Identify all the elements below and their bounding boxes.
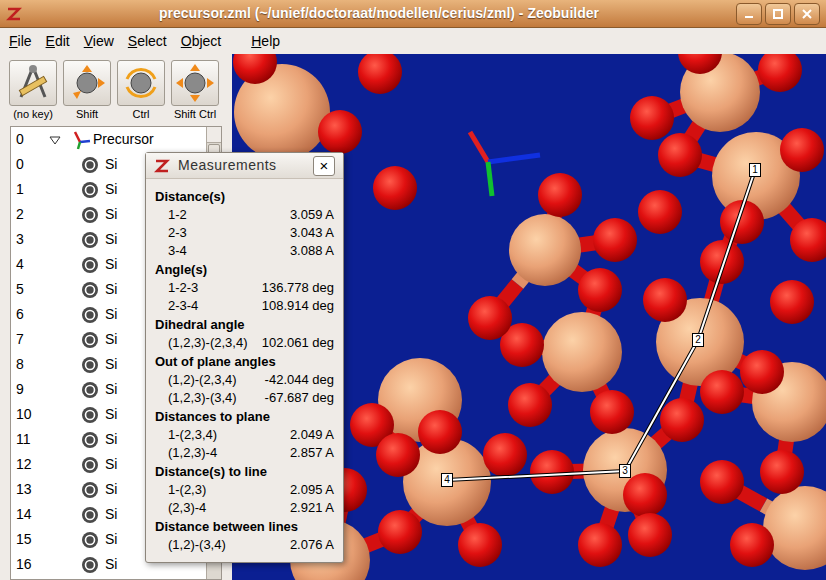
menu-item[interactable]: Select (123, 31, 172, 52)
tree-root[interactable]: 0Precursor (11, 127, 206, 152)
translate-icon (67, 63, 107, 103)
expander-icon[interactable] (49, 134, 61, 146)
atom-icon (81, 256, 99, 274)
atom-icon (81, 206, 99, 224)
window-title: precursor.zml (~/unief/doctoraat/modelle… (30, 3, 728, 24)
tool-button[interactable]: Shift Ctrl (170, 60, 220, 122)
maximize-button[interactable] (765, 3, 791, 25)
measurement-row: 3-43.088 A (155, 242, 334, 260)
point-label: 3 (619, 464, 631, 478)
atom-icon (81, 431, 99, 449)
atom-icon (81, 406, 99, 424)
point-label: 4 (441, 473, 453, 487)
tool-button[interactable]: Ctrl (116, 60, 166, 122)
measurement-section: Distances to plane1-(2,3,4)2.049 A(1,2,3… (155, 407, 334, 462)
title-bar[interactable]: precursor.zml (~/unief/doctoraat/modelle… (0, 0, 826, 28)
measurement-row: (1,2,3)-(3,4)-67.687 deg (155, 389, 334, 407)
menu-bar: FileEditViewSelectObject Help (0, 28, 826, 54)
atom-icon (81, 531, 99, 549)
point-label: 1 (749, 163, 761, 177)
menu-item[interactable]: Edit (41, 31, 75, 52)
minimize-icon (743, 8, 755, 20)
atom-icon (81, 381, 99, 399)
atom-icon (81, 556, 99, 574)
measurement-section: Out of plane angles(1,2)-(2,3,4)-42.044 … (155, 352, 334, 407)
app-window: precursor.zml (~/unief/doctoraat/modelle… (0, 0, 826, 580)
menu-item[interactable]: View (79, 31, 119, 52)
app-icon (6, 6, 22, 22)
menu-item[interactable]: File (4, 31, 37, 52)
measurement-row: (1,2)-(2,3,4)-42.044 deg (155, 371, 334, 389)
atom-icon (81, 181, 99, 199)
close-button[interactable] (794, 3, 820, 25)
atom-icon (81, 156, 99, 174)
measure-icon (13, 63, 53, 103)
atom-icon (81, 306, 99, 324)
menu-item[interactable]: Help (246, 31, 285, 52)
measurement-section: Distance between lines(1,2)-(3,4)2.076 A (155, 517, 334, 554)
menu-item[interactable]: Object (176, 31, 226, 52)
measurement-row: (1,2,3)-42.857 A (155, 444, 334, 462)
atom-icon (81, 356, 99, 374)
measurement-section: Distance(s) to line1-(2,3)2.095 A(2,3)-4… (155, 462, 334, 517)
measurement-row: 1-23.059 A (155, 206, 334, 224)
measurement-row: (1,2)-(3,4)2.076 A (155, 536, 334, 554)
rotate-icon (121, 63, 161, 103)
measurement-section: Dihedral angle(1,2,3)-(2,3,4)102.061 deg (155, 315, 334, 352)
measurement-row: 2-3-4108.914 deg (155, 297, 334, 315)
atom-icon (81, 481, 99, 499)
minimize-button[interactable] (736, 3, 762, 25)
atom-icon (81, 281, 99, 299)
measurement-row: (2,3)-42.921 A (155, 499, 334, 517)
close-button[interactable]: × (313, 156, 335, 176)
measurements-icon (154, 158, 170, 174)
measurement-row: (1,2,3)-(2,3,4)102.061 deg (155, 334, 334, 352)
measurement-section: Angle(s)1-2-3136.778 deg2-3-4108.914 deg (155, 260, 334, 315)
tool-button[interactable]: (no key) (8, 60, 58, 122)
maximize-icon (772, 8, 784, 20)
measurement-row: 1-(2,3,4)2.049 A (155, 426, 334, 444)
point-label: 2 (692, 333, 704, 347)
measurements-title-bar[interactable]: Measurements× (146, 153, 343, 179)
move-icon (175, 63, 215, 103)
measurement-row: 1-(2,3)2.095 A (155, 481, 334, 499)
tool-button[interactable]: Shift (62, 60, 112, 122)
atom-icon (81, 231, 99, 249)
atom-icon (81, 331, 99, 349)
close-icon (801, 8, 813, 20)
toolbar: (no key)ShiftCtrlShift Ctrl (8, 54, 222, 126)
frame-icon (71, 130, 91, 150)
atom-icon (81, 506, 99, 524)
measurements-window[interactable]: Measurements× Distance(s)1-23.059 A2-33.0… (145, 152, 344, 563)
measurement-section: Distance(s)1-23.059 A2-33.043 A3-43.088 … (155, 187, 334, 260)
axes-icon (470, 132, 540, 196)
atom-icon (81, 456, 99, 474)
measurement-row: 2-33.043 A (155, 224, 334, 242)
measurement-row: 1-2-3136.778 deg (155, 279, 334, 297)
